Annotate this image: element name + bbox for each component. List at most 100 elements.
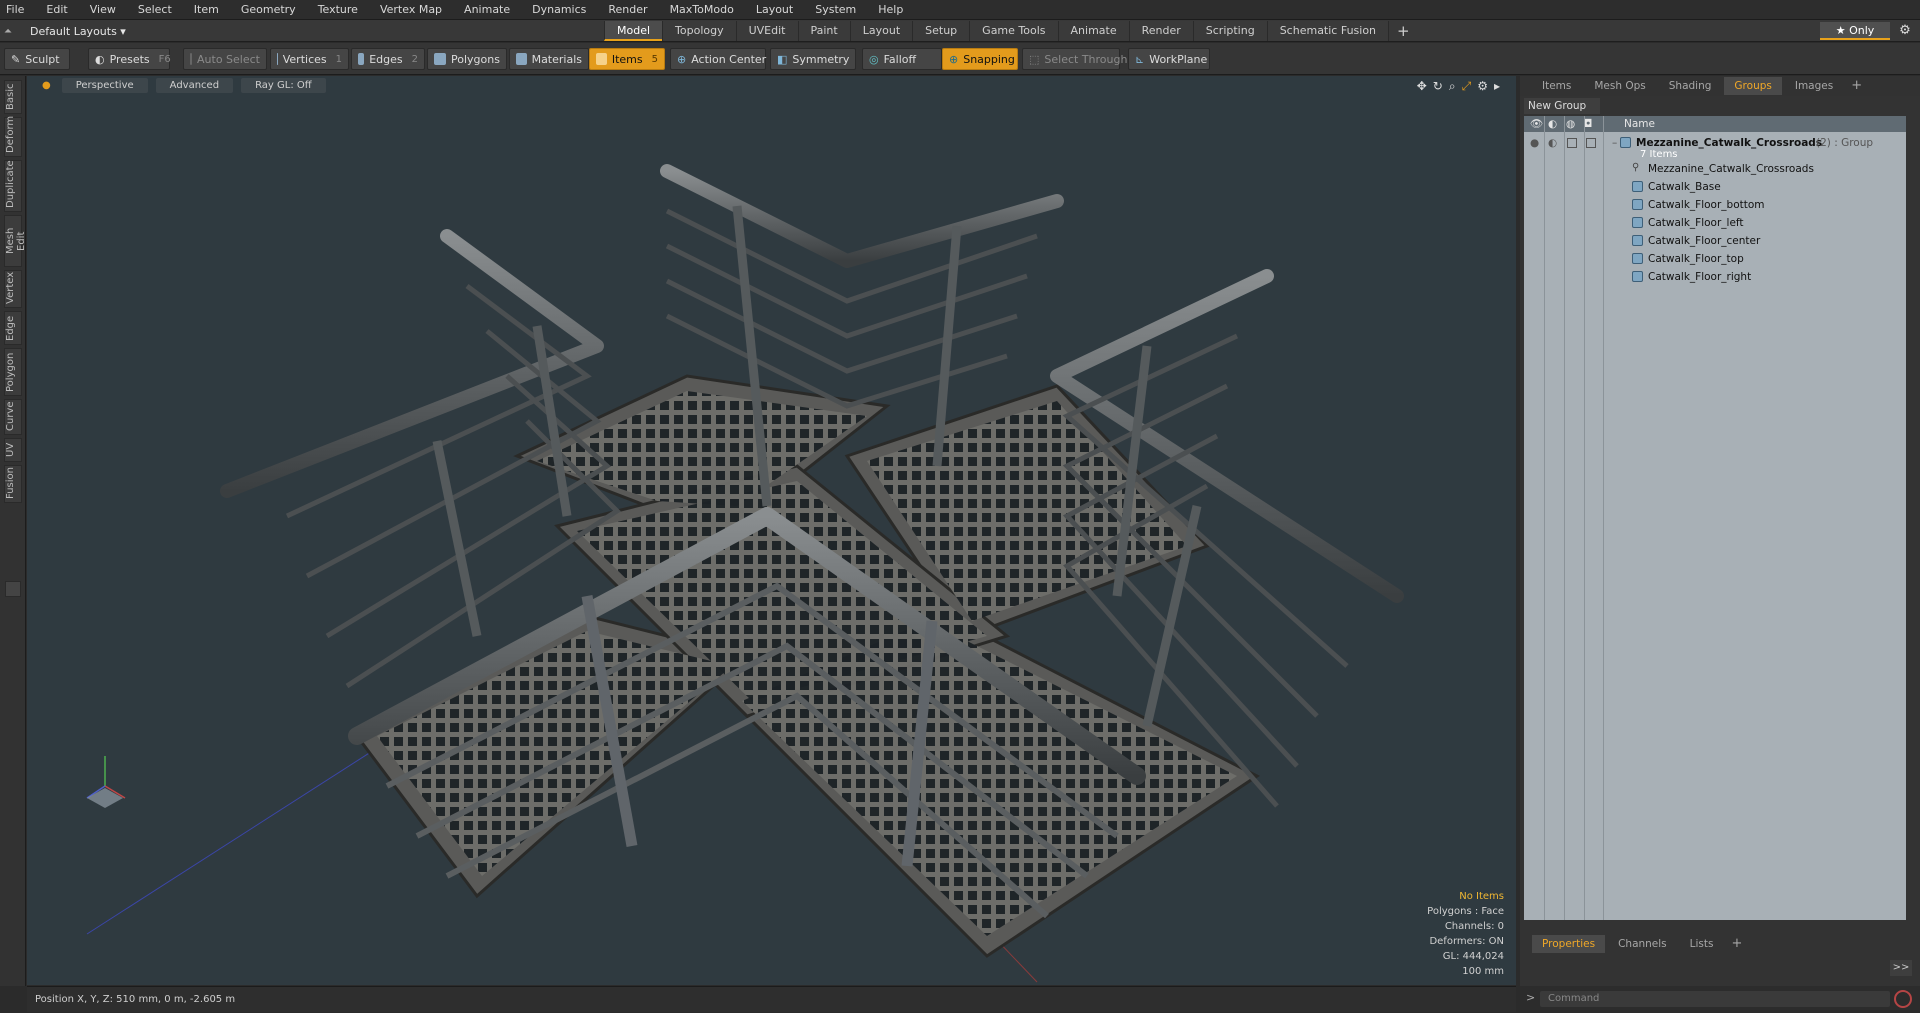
group-render-toggle[interactable]: ◐ [1548, 134, 1557, 152]
list-item[interactable]: Catwalk_Floor_center [1524, 232, 1906, 250]
menu-dynamics[interactable]: Dynamics [532, 3, 586, 16]
tab-mesh-edit[interactable]: Mesh Edit [4, 215, 27, 267]
tab-polygon[interactable]: Polygon [4, 348, 22, 396]
menu-layout[interactable]: Layout [756, 3, 793, 16]
panel-toggle-button[interactable] [5, 581, 21, 597]
menu-geometry[interactable]: Geometry [241, 3, 296, 16]
add-tab-icon[interactable]: + [1388, 21, 1418, 41]
edges-button[interactable]: Edges 2 [351, 48, 425, 70]
tab-mesh-ops[interactable]: Mesh Ops [1584, 77, 1655, 95]
tab-game-tools[interactable]: Game Tools [969, 21, 1058, 41]
viewport-menu-dot[interactable]: ● [39, 78, 54, 93]
tab-deform[interactable]: Deform [4, 116, 22, 157]
symmetry-button[interactable]: ◧ Symmetry [770, 48, 856, 70]
group-expand-icon[interactable]: – [1612, 134, 1617, 152]
tab-shading[interactable]: Shading [1659, 77, 1722, 95]
add-bottom-tab-icon[interactable]: + [1726, 935, 1747, 953]
new-group-button[interactable]: New Group [1524, 98, 1600, 114]
falloff-button[interactable]: ◎ Falloff [862, 48, 942, 70]
menu-file[interactable]: File [6, 3, 24, 16]
list-item[interactable]: Catwalk_Floor_bottom [1524, 196, 1906, 214]
vertices-button[interactable]: Vertices 1 [270, 48, 349, 70]
maximize-icon[interactable]: ⤢ [1462, 79, 1472, 94]
tab-paint[interactable]: Paint [797, 21, 850, 41]
tab-schematic-fusion[interactable]: Schematic Fusion [1266, 21, 1389, 41]
tab-curve[interactable]: Curve [4, 399, 22, 435]
tab-lists[interactable]: Lists [1680, 935, 1724, 953]
list-item[interactable]: Catwalk_Floor_top [1524, 250, 1906, 268]
list-item[interactable]: Catwalk_Floor_right [1524, 268, 1906, 286]
workplane-icon: ⊾ [1135, 52, 1145, 66]
tab-uvedit[interactable]: UVEdit [735, 21, 798, 41]
menu-select[interactable]: Select [138, 3, 172, 16]
tab-animate[interactable]: Animate [1057, 21, 1129, 41]
menu-vertex-map[interactable]: Vertex Map [380, 3, 442, 16]
group-row[interactable]: ● ◐ – Mezzanine_Catwalk_Crossroads (2) :… [1524, 134, 1906, 160]
command-input[interactable]: Command [1540, 991, 1890, 1007]
tab-uv[interactable]: UV [4, 438, 22, 462]
materials-button[interactable]: Materials [509, 48, 589, 70]
tab-setup[interactable]: Setup [912, 21, 970, 41]
list-item[interactable]: Catwalk_Floor_left [1524, 214, 1906, 232]
select-through-button[interactable]: ⬚ Select Through [1022, 48, 1127, 70]
expand-arrow-icon[interactable]: ▸ [1494, 79, 1500, 94]
mode-bar: ⏶ Default Layouts ▾ Model Topology UVEdi… [0, 20, 1920, 42]
items-button[interactable]: Items 5 [589, 48, 665, 70]
gear-icon[interactable]: ⚙ [1896, 22, 1914, 40]
viewport-header: ● Perspective Advanced Ray GL: Off [27, 76, 1516, 94]
tab-render[interactable]: Render [1128, 21, 1193, 41]
layouts-dropdown[interactable]: Default Layouts ▾ [30, 25, 126, 38]
menu-render[interactable]: Render [608, 3, 647, 16]
tab-topology[interactable]: Topology [662, 21, 736, 41]
group-count: (2) : Group [1816, 137, 1874, 149]
tab-duplicate[interactable]: Duplicate [4, 160, 22, 212]
tab-fusion[interactable]: Fusion [4, 465, 22, 503]
rotate-icon[interactable]: ↻ [1433, 79, 1443, 94]
only-button[interactable]: ★ Only [1820, 22, 1890, 40]
perspective-dropdown[interactable]: Perspective [61, 77, 148, 93]
viewport-settings-icon[interactable]: ⚙ [1477, 79, 1488, 94]
shading-advanced-dropdown[interactable]: Advanced [155, 77, 234, 93]
tab-edge[interactable]: Edge [4, 311, 22, 345]
pan-icon[interactable]: ✥ [1417, 79, 1427, 94]
menu-texture[interactable]: Texture [318, 3, 358, 16]
list-item[interactable]: Catwalk_Base [1524, 178, 1906, 196]
menu-view[interactable]: View [90, 3, 116, 16]
workplane-button[interactable]: ⊾ WorkPlane [1128, 48, 1210, 70]
menu-edit[interactable]: Edit [46, 3, 67, 16]
menu-maxtomodo[interactable]: MaxToModo [670, 3, 734, 16]
tab-groups[interactable]: Groups [1724, 77, 1782, 95]
tab-layout[interactable]: Layout [849, 21, 913, 41]
group-select-toggle[interactable] [1586, 138, 1596, 148]
polygons-button[interactable]: Polygons [427, 48, 507, 70]
3d-viewport[interactable]: ● Perspective Advanced Ray GL: Off ✥ ↻ ⌕… [27, 76, 1516, 985]
layout-toggle-icon[interactable]: ⏶ [4, 26, 12, 37]
zoom-icon[interactable]: ⌕ [1449, 79, 1456, 94]
group-visibility-eye-icon[interactable]: ● [1530, 134, 1539, 152]
presets-button[interactable]: ◐ Presets F6 [88, 48, 171, 70]
group-icon [1620, 137, 1631, 148]
tab-items[interactable]: Items [1532, 77, 1581, 95]
list-item[interactable]: ⚲ Mezzanine_Catwalk_Crossroads [1524, 160, 1906, 178]
menu-animate[interactable]: Animate [464, 3, 510, 16]
tab-images[interactable]: Images [1785, 77, 1843, 95]
tab-vertex[interactable]: Vertex [4, 270, 22, 308]
group-lock-toggle[interactable] [1567, 138, 1577, 148]
snapping-button[interactable]: ⊕ Snapping [942, 48, 1018, 70]
action-center-icon: ⊕ [677, 52, 687, 66]
raygl-dropdown[interactable]: Ray GL: Off [241, 77, 326, 93]
tab-basic[interactable]: Basic [4, 80, 22, 114]
add-panel-tab-icon[interactable]: + [1846, 77, 1867, 95]
tab-scripting[interactable]: Scripting [1192, 21, 1267, 41]
tab-properties[interactable]: Properties [1532, 935, 1606, 953]
expand-command-button[interactable]: >> [1890, 960, 1912, 976]
menu-system[interactable]: System [815, 3, 856, 16]
sculpt-button[interactable]: ✎ Sculpt [4, 48, 70, 70]
tab-model[interactable]: Model [604, 21, 663, 41]
record-icon[interactable] [1894, 990, 1912, 1008]
menu-help[interactable]: Help [878, 3, 903, 16]
auto-select-button[interactable]: Auto Select [183, 48, 267, 70]
menu-item[interactable]: Item [194, 3, 219, 16]
action-center-button[interactable]: ⊕ Action Center [670, 48, 766, 70]
tab-channels[interactable]: Channels [1608, 935, 1677, 953]
